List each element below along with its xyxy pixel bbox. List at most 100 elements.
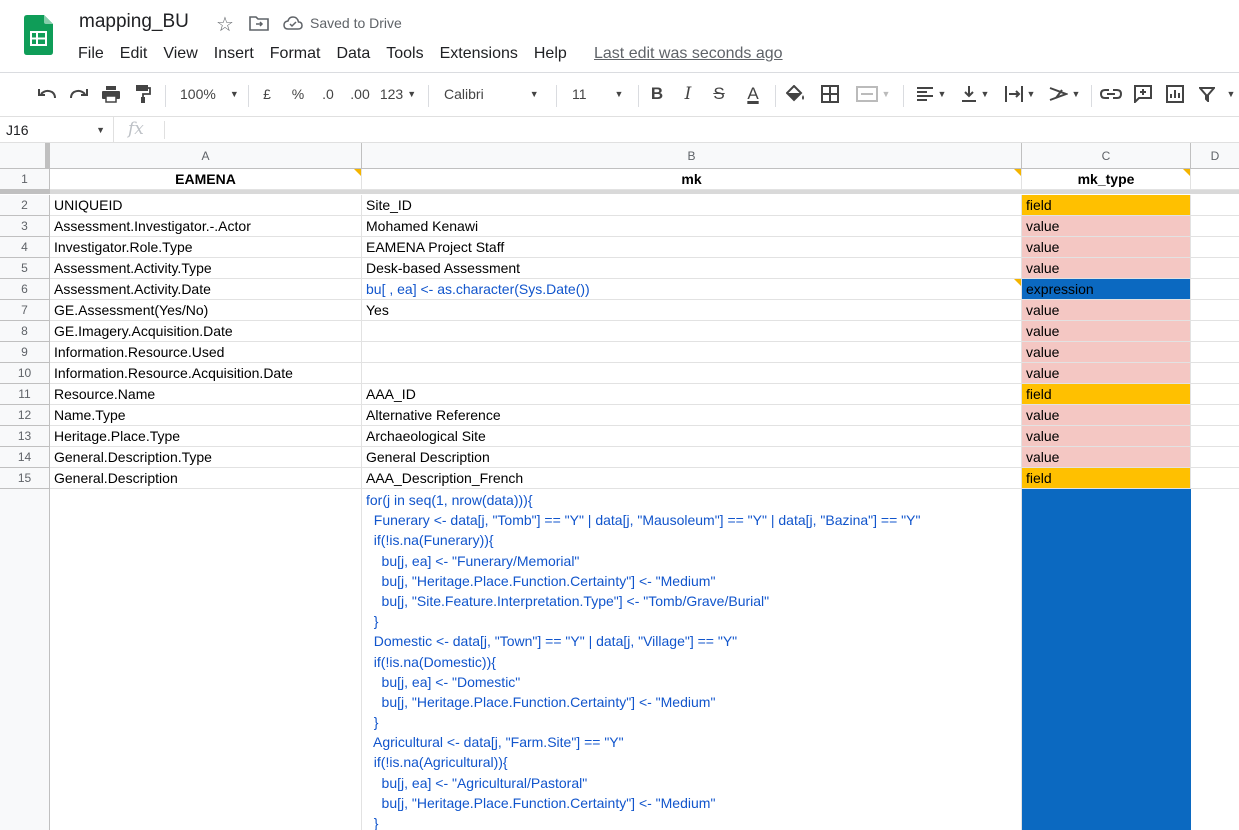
cell-d16[interactable] bbox=[1191, 489, 1239, 830]
cell-a8[interactable]: GE.Imagery.Acquisition.Date bbox=[50, 321, 362, 342]
row-header[interactable]: 2 bbox=[0, 195, 50, 216]
cell-a16[interactable] bbox=[50, 489, 362, 830]
cell-a4[interactable]: Investigator.Role.Type bbox=[50, 237, 362, 258]
star-icon[interactable]: ☆ bbox=[216, 12, 234, 37]
cell-a5[interactable]: Assessment.Activity.Type bbox=[50, 258, 362, 279]
cell-b12[interactable]: Alternative Reference bbox=[362, 405, 1022, 426]
cell-c7[interactable]: value bbox=[1022, 300, 1191, 321]
italic-button[interactable]: I bbox=[677, 81, 699, 107]
cell-a3[interactable]: Assessment.Investigator.-.Actor bbox=[50, 216, 362, 237]
cell-c12[interactable]: value bbox=[1022, 405, 1191, 426]
more-formats-select[interactable]: 123 ▼ bbox=[380, 81, 416, 107]
cell-a9[interactable]: Information.Resource.Used bbox=[50, 342, 362, 363]
cell-c1[interactable]: mk_type bbox=[1022, 169, 1191, 190]
row-header[interactable]: 12 bbox=[0, 405, 50, 426]
text-color-button[interactable]: A bbox=[740, 81, 766, 107]
cell-d2[interactable] bbox=[1191, 195, 1239, 216]
cell-d10[interactable] bbox=[1191, 363, 1239, 384]
strikethrough-button[interactable]: S bbox=[708, 81, 730, 107]
cell-b8[interactable] bbox=[362, 321, 1022, 342]
fill-color-icon[interactable] bbox=[784, 81, 808, 107]
merge-cells-icon[interactable]: ▼ bbox=[852, 81, 894, 107]
cell-b13[interactable]: Archaeological Site bbox=[362, 426, 1022, 447]
bold-button[interactable]: B bbox=[646, 81, 668, 107]
column-header-b[interactable]: B bbox=[362, 143, 1022, 169]
column-header-c[interactable]: C bbox=[1022, 143, 1191, 169]
cloud-saved-icon[interactable] bbox=[283, 16, 303, 30]
cell-d9[interactable] bbox=[1191, 342, 1239, 363]
cell-d7[interactable] bbox=[1191, 300, 1239, 321]
cell-c8[interactable]: value bbox=[1022, 321, 1191, 342]
menu-format[interactable]: Format bbox=[262, 44, 329, 64]
cell-b10[interactable] bbox=[362, 363, 1022, 384]
cell-c6[interactable]: expression bbox=[1022, 279, 1191, 300]
font-select[interactable]: Calibri ▼ bbox=[438, 81, 548, 107]
cell-c9[interactable]: value bbox=[1022, 342, 1191, 363]
text-wrapping-icon[interactable]: ▼ bbox=[1000, 81, 1040, 107]
currency-button[interactable]: £ bbox=[256, 81, 278, 107]
row-header[interactable]: 8 bbox=[0, 321, 50, 342]
cell-a11[interactable]: Resource.Name bbox=[50, 384, 362, 405]
cell-b7[interactable]: Yes bbox=[362, 300, 1022, 321]
percent-button[interactable]: % bbox=[287, 81, 309, 107]
menu-view[interactable]: View bbox=[155, 44, 205, 64]
font-size-select[interactable]: 11 ▼ bbox=[566, 81, 630, 107]
frozen-row-handle[interactable] bbox=[0, 190, 50, 194]
cell-b2[interactable]: Site_ID bbox=[362, 195, 1022, 216]
cell-a13[interactable]: Heritage.Place.Type bbox=[50, 426, 362, 447]
cell-c13[interactable]: value bbox=[1022, 426, 1191, 447]
cell-b3[interactable]: Mohamed Kenawi bbox=[362, 216, 1022, 237]
cell-a12[interactable]: Name.Type bbox=[50, 405, 362, 426]
vertical-align-icon[interactable]: ▼ bbox=[956, 81, 994, 107]
cell-a6[interactable]: Assessment.Activity.Date bbox=[50, 279, 362, 300]
menu-help[interactable]: Help bbox=[526, 44, 575, 64]
row-header[interactable] bbox=[0, 489, 50, 830]
cell-c10[interactable]: value bbox=[1022, 363, 1191, 384]
text-rotation-icon[interactable]: ▼ bbox=[1045, 81, 1083, 107]
row-header[interactable]: 14 bbox=[0, 447, 50, 468]
cell-c5[interactable]: value bbox=[1022, 258, 1191, 279]
cell-a14[interactable]: General.Description.Type bbox=[50, 447, 362, 468]
cell-c11[interactable]: field bbox=[1022, 384, 1191, 405]
insert-link-icon[interactable] bbox=[1098, 81, 1124, 107]
row-header[interactable]: 1 bbox=[0, 169, 50, 190]
insert-comment-icon[interactable] bbox=[1130, 81, 1156, 107]
insert-chart-icon[interactable] bbox=[1162, 81, 1188, 107]
cell-c3[interactable]: value bbox=[1022, 216, 1191, 237]
cell-c16[interactable] bbox=[1022, 489, 1191, 830]
cell-b9[interactable] bbox=[362, 342, 1022, 363]
redo-icon[interactable] bbox=[66, 81, 92, 107]
cell-c15[interactable]: field bbox=[1022, 468, 1191, 489]
name-box[interactable]: J16 ▼ bbox=[0, 117, 114, 143]
row-header[interactable]: 9 bbox=[0, 342, 50, 363]
menu-insert[interactable]: Insert bbox=[206, 44, 262, 64]
cell-d13[interactable] bbox=[1191, 426, 1239, 447]
row-header[interactable]: 13 bbox=[0, 426, 50, 447]
menu-tools[interactable]: Tools bbox=[378, 44, 431, 64]
document-title[interactable]: mapping_BU bbox=[79, 11, 189, 33]
menu-file[interactable]: File bbox=[70, 44, 112, 64]
increase-decimal-button[interactable]: .00 bbox=[346, 81, 374, 107]
cell-b14[interactable]: General Description bbox=[362, 447, 1022, 468]
cell-c2[interactable]: field bbox=[1022, 195, 1191, 216]
cell-a15[interactable]: General.Description bbox=[50, 468, 362, 489]
borders-icon[interactable] bbox=[818, 81, 842, 107]
row-header[interactable]: 6 bbox=[0, 279, 50, 300]
column-header-d[interactable]: D bbox=[1191, 143, 1239, 169]
cell-b11[interactable]: AAA_ID bbox=[362, 384, 1022, 405]
cell-b16-code[interactable]: for(j in seq(1, nrow(data))){ Funerary <… bbox=[362, 489, 1022, 830]
cell-d15[interactable] bbox=[1191, 468, 1239, 489]
sheets-logo-icon[interactable] bbox=[24, 15, 53, 55]
frozen-row-divider[interactable] bbox=[50, 190, 1239, 194]
print-icon[interactable] bbox=[98, 81, 124, 107]
row-header[interactable]: 3 bbox=[0, 216, 50, 237]
row-header[interactable]: 5 bbox=[0, 258, 50, 279]
decrease-decimal-button[interactable]: .0 bbox=[316, 81, 340, 107]
cell-b4[interactable]: EAMENA Project Staff bbox=[362, 237, 1022, 258]
select-all-corner[interactable] bbox=[0, 143, 50, 169]
cell-b6[interactable]: bu[ , ea] <- as.character(Sys.Date()) bbox=[362, 279, 1022, 300]
menu-extensions[interactable]: Extensions bbox=[432, 44, 526, 64]
more-toolbar-icon[interactable]: ▼ bbox=[1222, 81, 1236, 107]
row-header[interactable]: 11 bbox=[0, 384, 50, 405]
cell-d8[interactable] bbox=[1191, 321, 1239, 342]
